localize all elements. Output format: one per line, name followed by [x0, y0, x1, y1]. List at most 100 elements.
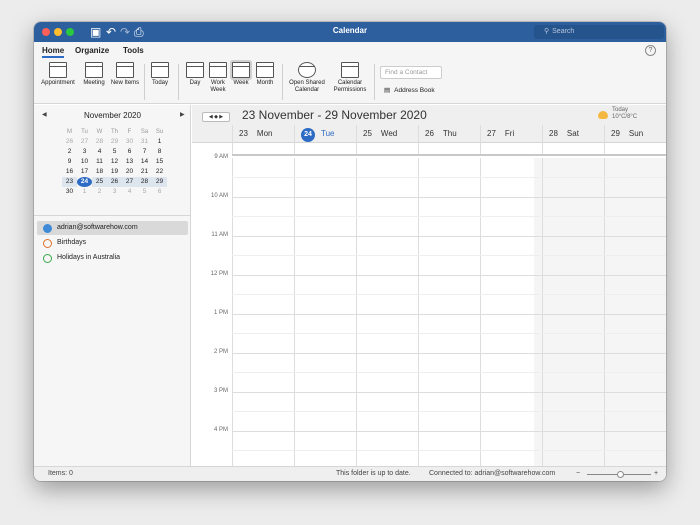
date-cell[interactable]: 3: [107, 187, 122, 197]
date-cell[interactable]: 25: [92, 177, 107, 187]
week-view-icon: [232, 62, 250, 78]
weekday: W: [96, 129, 103, 135]
address-book-button[interactable]: ▤ Address Book: [384, 86, 435, 94]
day-header[interactable]: 28 Sat: [542, 125, 604, 143]
day-header[interactable]: 25 Wed: [356, 125, 418, 143]
hour-line: [232, 392, 666, 393]
hour-label: 9 AM: [214, 154, 228, 160]
zoom-in-icon[interactable]: +: [654, 467, 658, 481]
search-input[interactable]: ⚲ Search: [534, 25, 664, 39]
date-cell[interactable]: 12: [107, 157, 122, 167]
date-cell[interactable]: 23: [62, 177, 77, 187]
date-cell[interactable]: 9: [62, 157, 77, 167]
search-placeholder: Search: [552, 28, 575, 35]
zoom-slider-handle[interactable]: [617, 471, 624, 478]
date-cell[interactable]: 5: [137, 187, 152, 197]
day-header[interactable]: 26 Thu: [418, 125, 480, 143]
weather-label: Today: [612, 107, 629, 113]
tab-home[interactable]: Home: [42, 46, 65, 58]
work-week-label: Work Week: [210, 80, 226, 93]
new-items-button[interactable]: New Items: [110, 62, 140, 87]
date-cell[interactable]: 6: [152, 187, 167, 197]
date-cell[interactable]: 14: [137, 157, 152, 167]
calendar-item-birthdays[interactable]: Birthdays: [37, 236, 188, 250]
date-cell[interactable]: 8: [152, 147, 167, 157]
day-number: 27: [487, 129, 496, 138]
date-cell[interactable]: 1: [152, 137, 167, 147]
unchecked-circle-icon[interactable]: [43, 239, 52, 248]
date-cell[interactable]: 10: [77, 157, 92, 167]
work-week-icon: [209, 62, 227, 78]
date-cell[interactable]: 29: [152, 177, 167, 187]
date-cell[interactable]: 16: [62, 167, 77, 177]
zoom-slider[interactable]: [587, 471, 651, 478]
calendar-item-adrian[interactable]: adrian@softwarehow.com: [37, 221, 188, 235]
unchecked-circle-icon[interactable]: [43, 254, 52, 263]
day-header-today[interactable]: 24 Tue: [294, 125, 356, 143]
date-cell[interactable]: 29: [107, 137, 122, 147]
date-cell[interactable]: 6: [122, 147, 137, 157]
half-hour-line: [232, 216, 666, 217]
date-cell[interactable]: 22: [152, 167, 167, 177]
date-cell[interactable]: 2: [92, 187, 107, 197]
date-cell[interactable]: 27: [122, 177, 137, 187]
work-week-view-button[interactable]: Work Week: [207, 62, 229, 94]
date-cell[interactable]: 7: [137, 147, 152, 157]
date-cell[interactable]: 26: [107, 177, 122, 187]
new-meeting-button[interactable]: Meeting: [81, 62, 107, 87]
date-cell[interactable]: 19: [107, 167, 122, 177]
month-view-button[interactable]: Month: [253, 62, 277, 87]
date-cell[interactable]: 5: [107, 147, 122, 157]
date-cell[interactable]: 3: [77, 147, 92, 157]
all-day-row[interactable]: [232, 143, 666, 156]
today-icon: [151, 62, 169, 78]
time-grid[interactable]: 9 AM 10 AM 11 AM 12 PM 1 PM 2 PM 3 PM 4 …: [192, 154, 666, 466]
today-button[interactable]: Today: [148, 62, 172, 87]
tab-organize[interactable]: Organize: [75, 46, 109, 55]
meeting-label: Meeting: [83, 80, 105, 86]
calendar-item-holidays[interactable]: Holidays in Australia: [37, 251, 188, 265]
date-cell[interactable]: 21: [137, 167, 152, 177]
today-date-cell[interactable]: 24: [77, 177, 92, 187]
find-contact-input[interactable]: Find a Contact: [380, 66, 442, 79]
calendar-permissions-button[interactable]: Calendar Permissions: [330, 62, 370, 94]
weekday-header: M Tu W Th F Sa Su: [62, 127, 167, 137]
week-view-button[interactable]: Week: [230, 62, 252, 87]
hour-slot: 9 AM: [192, 154, 666, 197]
date-cell[interactable]: 11: [92, 157, 107, 167]
zoom-out-icon[interactable]: −: [576, 467, 580, 481]
tab-tools[interactable]: Tools: [123, 46, 144, 55]
help-icon[interactable]: ?: [645, 45, 656, 56]
date-cell[interactable]: 15: [152, 157, 167, 167]
date-cell[interactable]: 18: [92, 167, 107, 177]
date-nav-buttons[interactable]: ◀ ◆ ▶: [202, 112, 230, 122]
date-cell[interactable]: 26: [62, 137, 77, 147]
next-month-icon[interactable]: ▶: [180, 111, 185, 118]
open-shared-calendar-button[interactable]: Open Shared Calendar: [286, 62, 328, 94]
date-cell[interactable]: 20: [122, 167, 137, 177]
date-cell[interactable]: 30: [62, 187, 77, 197]
day-header[interactable]: 27 Fri: [480, 125, 542, 143]
day-view-button[interactable]: Day: [184, 62, 206, 87]
date-cell[interactable]: 30: [122, 137, 137, 147]
hour-slot: 3 PM: [192, 388, 666, 431]
new-appointment-button[interactable]: Appointment: [38, 62, 78, 87]
hour-label: 3 PM: [213, 388, 228, 394]
hour-line: [232, 197, 666, 198]
date-cell[interactable]: 28: [92, 137, 107, 147]
date-cell[interactable]: 4: [122, 187, 137, 197]
date-cell[interactable]: 28: [137, 177, 152, 187]
day-header[interactable]: 23 Mon: [232, 125, 294, 143]
date-cell[interactable]: 4: [92, 147, 107, 157]
date-cell[interactable]: 31: [137, 137, 152, 147]
date-cell[interactable]: 27: [77, 137, 92, 147]
date-cell[interactable]: 2: [62, 147, 77, 157]
date-cell[interactable]: 1: [77, 187, 92, 197]
checked-circle-icon[interactable]: [43, 224, 52, 233]
day-header[interactable]: 29 Sun: [604, 125, 666, 143]
hour-line: [232, 275, 666, 276]
date-cell[interactable]: 17: [77, 167, 92, 177]
new-items-label: New Items: [110, 80, 140, 86]
date-cell[interactable]: 13: [122, 157, 137, 167]
hour-line: [232, 431, 666, 432]
